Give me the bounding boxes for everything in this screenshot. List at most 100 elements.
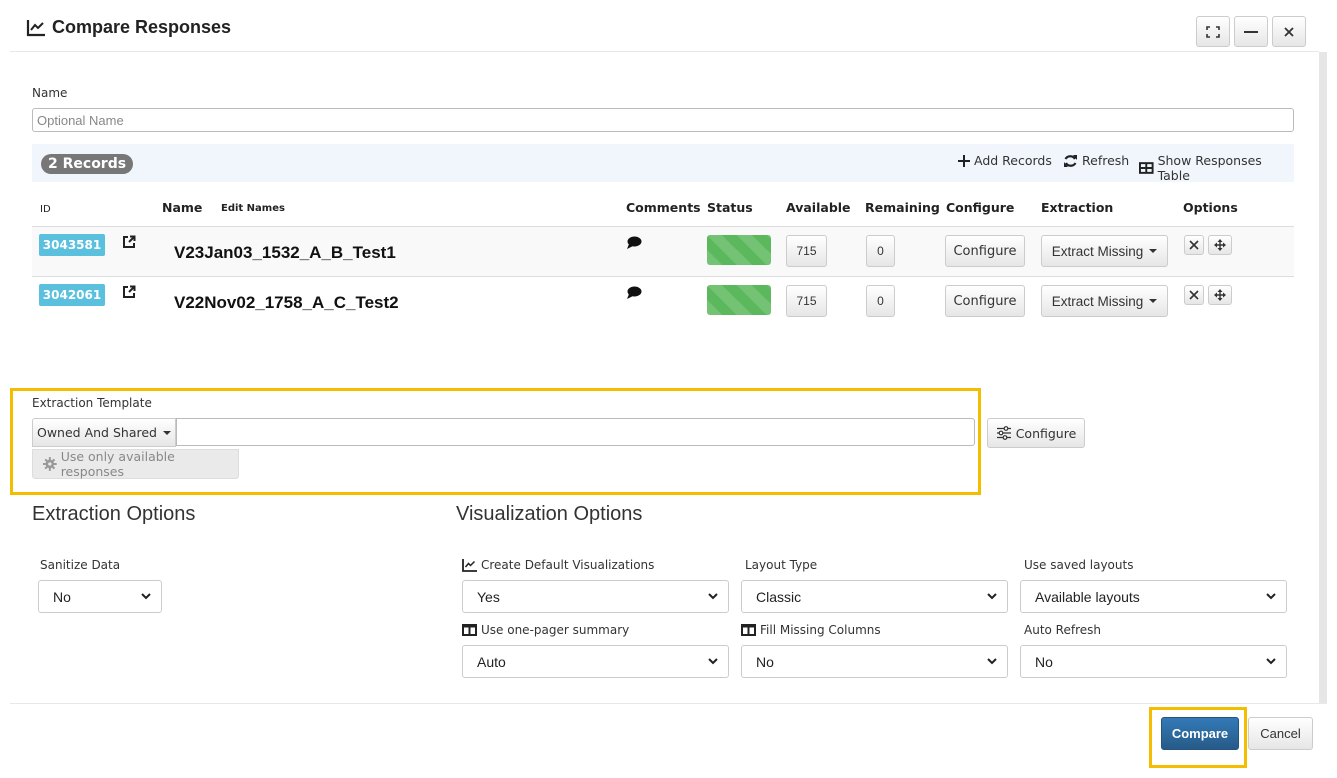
saved-layouts-value: Available layouts xyxy=(1035,588,1140,605)
move-record-handle[interactable] xyxy=(1208,285,1232,305)
name-label: Name xyxy=(32,86,68,100)
record-name: V23Jan03_1532_A_B_Test1 xyxy=(174,243,396,262)
create-default-visualizations-value: Yes xyxy=(477,588,500,605)
one-pager-summary-text: Use one-pager summary xyxy=(481,623,630,637)
sliders-icon xyxy=(996,426,1011,440)
show-responses-table-button[interactable]: Show Responses Table xyxy=(1139,153,1294,183)
fill-missing-columns-label: Fill Missing Columns xyxy=(741,623,881,637)
template-scope-dropdown[interactable]: Owned And Shared xyxy=(32,418,176,447)
caret-down-icon xyxy=(1149,249,1158,253)
create-default-visualizations-text: Create Default Visualizations xyxy=(481,558,655,572)
configure-record-button[interactable]: Configure xyxy=(945,235,1025,267)
add-records-button[interactable]: Add Records xyxy=(958,153,1052,168)
available-count-button[interactable]: 715 xyxy=(786,235,827,267)
saved-layouts-select[interactable]: Available layouts xyxy=(1020,580,1287,613)
caret-down-icon xyxy=(162,430,171,435)
minimize-icon xyxy=(1244,30,1258,33)
col-header-status: Status xyxy=(707,200,753,215)
close-icon xyxy=(1284,26,1294,37)
compare-button[interactable]: Compare xyxy=(1161,717,1239,750)
sanitize-data-label: Sanitize Data xyxy=(40,558,120,572)
records-toolbar: 2 Records Add Records Refresh Show Respo… xyxy=(32,144,1294,183)
caret-down-icon xyxy=(1149,299,1158,303)
chevron-down-icon xyxy=(708,593,718,600)
name-input[interactable] xyxy=(32,108,1294,132)
available-count-button[interactable]: 715 xyxy=(786,285,827,317)
chevron-down-icon xyxy=(1266,658,1276,665)
move-icon xyxy=(1214,289,1226,301)
edit-names-link[interactable]: Edit Names xyxy=(221,203,285,214)
dialog-title-text: Compare Responses xyxy=(52,17,232,37)
extract-missing-dropdown[interactable]: Extract Missing xyxy=(1041,235,1168,267)
configure-record-button[interactable]: Configure xyxy=(945,285,1025,317)
plus-icon xyxy=(958,154,970,167)
extract-missing-dropdown[interactable]: Extract Missing xyxy=(1041,285,1168,317)
refresh-button[interactable]: Refresh xyxy=(1063,153,1129,168)
col-header-available: Available xyxy=(786,200,851,215)
saved-layouts-label: Use saved layouts xyxy=(1024,558,1133,572)
col-header-id: ID xyxy=(40,204,51,215)
remove-record-button[interactable] xyxy=(1184,235,1204,255)
status-progress-bar xyxy=(707,235,771,265)
chevron-down-icon xyxy=(987,658,997,665)
layout-type-label: Layout Type xyxy=(745,558,817,572)
cancel-button[interactable]: Cancel xyxy=(1248,717,1313,750)
columns-icon xyxy=(462,624,477,636)
columns-icon xyxy=(741,624,756,636)
saved-layouts-text: Use saved layouts xyxy=(1024,558,1134,572)
show-responses-table-label: Show Responses Table xyxy=(1157,153,1262,183)
scrollbar-track[interactable] xyxy=(1319,52,1327,703)
auto-refresh-select[interactable]: No xyxy=(1020,645,1287,678)
external-link-icon[interactable] xyxy=(122,235,136,249)
sanitize-data-select[interactable]: No xyxy=(38,580,162,613)
use-only-available-responses-button[interactable]: Use only available responses xyxy=(32,449,239,479)
one-pager-summary-label: Use one-pager summary xyxy=(462,623,629,637)
maximize-button[interactable] xyxy=(1196,16,1230,47)
sanitize-data-value: No xyxy=(53,588,71,605)
header-divider xyxy=(10,51,1319,52)
remaining-count-button[interactable]: 0 xyxy=(866,235,895,267)
chevron-down-icon xyxy=(987,593,997,600)
col-header-comments: Comments xyxy=(626,200,701,215)
fill-missing-columns-select[interactable]: No xyxy=(741,645,1008,678)
one-pager-summary-value: Auto xyxy=(477,653,506,670)
one-pager-summary-select[interactable]: Auto xyxy=(462,645,729,678)
sanitize-data-label-text: Sanitize Data xyxy=(40,558,121,572)
template-scope-label: Owned And Shared xyxy=(37,425,157,440)
remove-record-button[interactable] xyxy=(1184,285,1204,305)
chevron-down-icon xyxy=(1266,593,1276,600)
gear-icon xyxy=(43,457,57,471)
close-button[interactable] xyxy=(1272,16,1306,47)
create-default-visualizations-label: Create Default Visualizations xyxy=(462,558,654,572)
records-count-badge: 2 Records xyxy=(41,154,134,174)
table-row: 3043581 V23Jan03_1532_A_B_Test1 715 0 Co… xyxy=(32,226,1294,276)
move-record-handle[interactable] xyxy=(1208,235,1232,255)
remaining-count-button[interactable]: 0 xyxy=(866,285,895,317)
layout-type-text: Layout Type xyxy=(745,558,818,572)
maximize-icon xyxy=(1206,25,1220,38)
external-link-icon[interactable] xyxy=(122,285,136,299)
template-configure-button[interactable]: Configure xyxy=(987,418,1085,448)
auto-refresh-value: No xyxy=(1035,653,1053,670)
record-id-badge[interactable]: 3042061 xyxy=(39,284,105,306)
comment-icon[interactable] xyxy=(626,286,642,300)
create-default-visualizations-select[interactable]: Yes xyxy=(462,580,729,613)
chevron-down-icon xyxy=(708,658,718,665)
extract-missing-label: Extract Missing xyxy=(1051,243,1144,259)
col-header-configure: Configure xyxy=(946,200,1015,215)
col-header-extraction: Extraction xyxy=(1041,200,1114,215)
footer-divider xyxy=(10,703,1327,704)
minimize-button[interactable] xyxy=(1234,16,1268,47)
comment-icon[interactable] xyxy=(626,236,642,250)
status-progress-bar xyxy=(707,285,771,315)
col-header-options: Options xyxy=(1183,200,1238,215)
table-icon xyxy=(1139,162,1154,174)
refresh-icon xyxy=(1064,154,1077,167)
layout-type-select[interactable]: Classic xyxy=(741,580,1008,613)
fill-missing-columns-value: No xyxy=(756,653,774,670)
chevron-down-icon xyxy=(141,593,151,600)
extract-missing-label: Extract Missing xyxy=(1051,293,1144,309)
extraction-template-input[interactable] xyxy=(176,418,975,446)
record-id-badge[interactable]: 3043581 xyxy=(39,234,105,256)
dialog-title: Compare Responses xyxy=(26,17,231,38)
